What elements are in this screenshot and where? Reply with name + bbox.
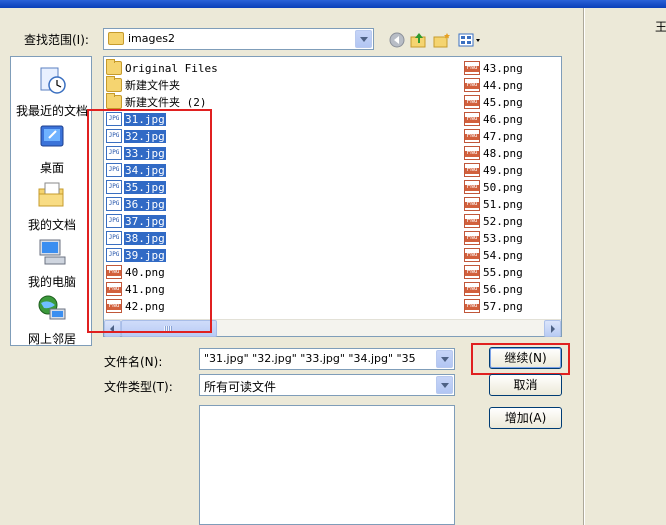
file-item[interactable]: PNG 51.png — [464, 196, 524, 212]
look-in-dropdown[interactable]: images2 — [103, 28, 374, 50]
file-name: 43.png — [483, 61, 523, 75]
file-name: 新建文件夹 (2) — [125, 96, 207, 109]
file-item[interactable]: PNG 45.png — [464, 94, 524, 110]
file-item[interactable]: PNG 43.png — [464, 60, 524, 76]
file-item[interactable]: PNG 48.png — [464, 145, 524, 161]
folder-item[interactable]: 新建文件夹 (2) — [106, 93, 208, 110]
file-name-value: "31.jpg" "32.jpg" "33.jpg" "34.jpg" "35 — [204, 352, 416, 365]
png-file-icon: PNG — [464, 129, 480, 143]
file-name: 47.png — [483, 129, 523, 143]
look-in-label: 查找范围(I): — [24, 33, 89, 47]
png-file-icon: PNG — [464, 265, 480, 279]
folder-icon — [106, 93, 122, 109]
file-type-label: 文件类型(T): — [104, 380, 173, 394]
png-file-icon: PNG — [464, 95, 480, 109]
folder-item[interactable]: 新建文件夹 — [106, 76, 181, 93]
file-name: 53.png — [483, 231, 523, 245]
file-name: 新建文件夹 — [125, 79, 180, 92]
my-computer-icon — [39, 239, 66, 265]
file-item[interactable]: PNG 52.png — [464, 213, 524, 229]
file-name: 45.png — [483, 95, 523, 109]
file-name-input[interactable]: "31.jpg" "32.jpg" "33.jpg" "34.jpg" "35 — [199, 348, 455, 370]
view-menu-icon[interactable] — [458, 32, 482, 48]
network-places-icon — [38, 295, 66, 320]
png-file-icon: PNG — [464, 231, 480, 245]
folder-item[interactable]: Original Files — [106, 59, 219, 76]
file-type-dropdown[interactable]: 所有可读文件 — [199, 374, 455, 396]
file-name: 48.png — [483, 146, 523, 160]
file-item[interactable]: PNG 57.png — [464, 298, 524, 314]
file-item[interactable]: PNG 53.png — [464, 230, 524, 246]
place-label: 我的文档 — [27, 218, 76, 232]
chevron-down-icon[interactable] — [436, 350, 453, 368]
recent-documents-icon — [40, 67, 66, 94]
file-name: 54.png — [483, 248, 523, 262]
scroll-right-button[interactable] — [544, 320, 561, 337]
up-folder-icon[interactable] — [410, 32, 428, 48]
look-in-value: images2 — [128, 32, 175, 45]
new-folder-icon[interactable] — [433, 32, 451, 48]
file-name: 46.png — [483, 112, 523, 126]
right-panel-divider — [584, 8, 585, 525]
chevron-down-icon[interactable] — [436, 376, 453, 394]
place-my-documents[interactable]: 我的文档 — [11, 179, 93, 233]
place-network-places[interactable]: 网上邻居 — [11, 293, 93, 347]
file-name: 44.png — [483, 78, 523, 92]
png-file-icon: PNG — [464, 61, 480, 75]
title-bar — [0, 0, 666, 8]
png-file-icon: PNG — [464, 214, 480, 228]
selection-highlight-box — [87, 109, 212, 333]
file-item[interactable]: PNG 56.png — [464, 281, 524, 297]
file-item[interactable]: PNG 44.png — [464, 77, 524, 93]
place-my-computer[interactable]: 我的电脑 — [11, 236, 93, 290]
my-documents-icon — [38, 182, 64, 207]
png-file-icon: PNG — [464, 197, 480, 211]
desktop-icon — [40, 125, 64, 147]
png-file-icon: PNG — [464, 180, 480, 194]
chevron-down-icon[interactable] — [355, 30, 372, 48]
png-file-icon: PNG — [464, 163, 480, 177]
file-name: 49.png — [483, 163, 523, 177]
place-label: 我的电脑 — [27, 275, 76, 289]
png-file-icon: PNG — [464, 299, 480, 313]
selected-files-panel[interactable] — [199, 405, 455, 525]
file-name: 51.png — [483, 197, 523, 211]
back-icon[interactable] — [388, 32, 406, 48]
file-name: 55.png — [483, 265, 523, 279]
places-bar: 我最近的文档 桌面 我的文档 我的电脑 网上邻居 — [10, 56, 92, 346]
place-label: 网上邻居 — [27, 332, 76, 346]
file-name: Original Files — [125, 61, 218, 75]
folder-icon — [106, 59, 122, 75]
file-item[interactable]: PNG 46.png — [464, 111, 524, 127]
png-file-icon: PNG — [464, 146, 480, 160]
file-name: 52.png — [483, 214, 523, 228]
png-file-icon: PNG — [464, 78, 480, 92]
file-type-value: 所有可读文件 — [204, 380, 277, 394]
png-file-icon: PNG — [464, 112, 480, 126]
continue-highlight-box — [471, 343, 570, 375]
place-desktop[interactable]: 桌面 — [11, 122, 93, 176]
png-file-icon: PNG — [464, 282, 480, 296]
cancel-button[interactable]: 取消 — [489, 374, 562, 396]
file-name: 50.png — [483, 180, 523, 194]
file-item[interactable]: PNG 55.png — [464, 264, 524, 280]
file-name-label: 文件名(N): — [104, 355, 163, 369]
right-panel-glyph: 王 — [655, 20, 666, 34]
png-file-icon: PNG — [464, 248, 480, 262]
file-item[interactable]: PNG 54.png — [464, 247, 524, 263]
place-recent-documents[interactable]: 我最近的文档 — [11, 65, 93, 119]
file-item[interactable]: PNG 49.png — [464, 162, 524, 178]
add-button[interactable]: 增加(A) — [489, 407, 562, 429]
place-label: 桌面 — [39, 161, 64, 175]
folder-icon — [106, 76, 122, 92]
file-name: 56.png — [483, 282, 523, 296]
file-name: 57.png — [483, 299, 523, 313]
file-item[interactable]: PNG 47.png — [464, 128, 524, 144]
place-label: 我最近的文档 — [15, 104, 88, 118]
file-item[interactable]: PNG 50.png — [464, 179, 524, 195]
folder-icon — [108, 32, 124, 45]
